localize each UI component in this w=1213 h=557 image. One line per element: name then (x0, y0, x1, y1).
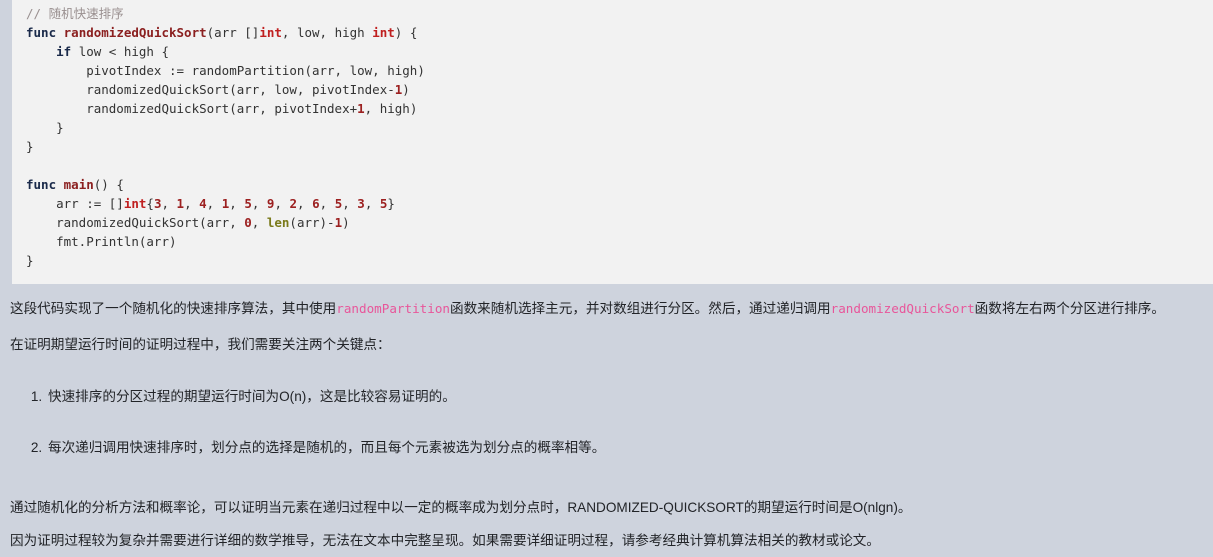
code-token-pl: } (26, 139, 34, 154)
code-line: pivotIndex := randomPartition(arr, low, … (26, 61, 1213, 80)
code-token-pl: , (342, 196, 358, 211)
code-line: fmt.Println(arr) (26, 232, 1213, 251)
code-token-kw: func (26, 25, 64, 40)
paragraph-1-segment-2: 函数来随机选择主元，并对数组进行分区。然后，通过递归调用 (449, 301, 831, 316)
code-token-num: 0 (244, 215, 252, 230)
code-line: func randomizedQuickSort(arr []int, low,… (26, 23, 1213, 42)
code-token-num: 3 (357, 196, 365, 211)
code-token-pl: , (184, 196, 200, 211)
code-token-pl: , (251, 196, 267, 211)
answer-page: // 随机快速排序 func randomizedQuickSort(arr [… (0, 0, 1213, 557)
code-token-pl: ) (402, 82, 410, 97)
code-token-num: 1 (176, 196, 185, 211)
code-token-pl: ) (342, 215, 350, 230)
code-content[interactable]: // 随机快速排序 func randomizedQuickSort(arr [… (12, 4, 1213, 270)
code-token-pl: , (364, 196, 380, 211)
code-token-pl: , high) (364, 101, 418, 116)
code-line: randomizedQuickSort(arr, low, pivotIndex… (26, 80, 1213, 99)
code-token-pl: , (319, 196, 335, 211)
code-token-kw: if (56, 44, 72, 59)
code-line: // 随机快速排序 (26, 4, 1213, 23)
code-token-pl: fmt.Println(arr) (26, 234, 177, 249)
code-token-pl: arr := [] (26, 196, 124, 211)
code-block: // 随机快速排序 func randomizedQuickSort(arr [… (12, 0, 1213, 284)
code-token-num: 5 (244, 196, 252, 211)
code-token-pl: , (229, 196, 245, 211)
code-token-pl: } (26, 253, 34, 268)
code-token-pl: } (387, 196, 395, 211)
code-token-pl: , (251, 215, 267, 230)
code-line: randomizedQuickSort(arr, pivotIndex+1, h… (26, 99, 1213, 118)
code-token-pl: , (274, 196, 290, 211)
code-token-pl: { (146, 196, 154, 211)
code-token-pl: , (206, 196, 222, 211)
code-token-cmt: // 随机快速排序 (26, 6, 124, 21)
code-line: } (26, 118, 1213, 137)
code-token-pl: randomizedQuickSort(arr, pivotIndex+ (26, 101, 358, 116)
paragraph-1-segment-3: 函数将左右两个分区进行排序。 (974, 301, 1165, 316)
code-token-num: 4 (199, 196, 207, 211)
code-token-type: int (123, 196, 147, 211)
paragraph-note: 因为证明过程较为复杂并需要进行详细的数学推导，无法在文本中完整呈现。如果需要详细… (10, 533, 880, 548)
code-token-pl: , low, high (281, 25, 373, 40)
code-token-fn: randomizedQuickSort (63, 25, 207, 40)
inline-code-random-partition: randomPartition (336, 301, 450, 316)
key-point-item: 快速排序的分区过程的期望运行时间为O(n)，这是比较容易证明的。 (46, 386, 605, 407)
code-token-num: 6 (312, 196, 320, 211)
code-token-num: 1 (357, 101, 365, 116)
paragraph-1-segment-1: 这段代码实现了一个随机化的快速排序算法，其中使用 (10, 301, 337, 316)
code-line: func main() { (26, 175, 1213, 194)
code-token-pl: () { (93, 177, 124, 192)
code-token-type: int (372, 25, 395, 40)
code-token-type: int (259, 25, 282, 40)
code-token-kw: func (26, 177, 64, 192)
code-token-pl: } (26, 120, 64, 135)
code-line: randomizedQuickSort(arr, 0, len(arr)-1) (26, 213, 1213, 232)
code-line: if low < high { (26, 42, 1213, 61)
code-token-pl: randomizedQuickSort(arr, (26, 215, 245, 230)
code-token-pl: , (161, 196, 177, 211)
paragraph-explanation: 这段代码实现了一个随机化的快速排序算法，其中使用randomPartition函… (10, 298, 1165, 319)
code-line: } (26, 251, 1213, 270)
code-line: arr := []int{3, 1, 4, 1, 5, 9, 2, 6, 5, … (26, 194, 1213, 213)
code-token-pl: low < high { (71, 44, 170, 59)
key-points-list: 快速排序的分区过程的期望运行时间为O(n)，这是比较容易证明的。每次递归调用快速… (0, 386, 605, 458)
code-token-pl: pivotIndex := randomPartition(arr, low, … (26, 63, 425, 78)
code-token-pl: ) { (394, 25, 418, 40)
paragraph-conclusion: 通过随机化的分析方法和概率论，可以证明当元素在递归过程中以一定的概率成为划分点时… (10, 500, 912, 515)
inline-code-randomized-quicksort: randomizedQuickSort (830, 301, 975, 316)
paragraph-key-points-intro: 在证明期望运行时间的证明过程中，我们需要关注两个关键点： (10, 337, 391, 352)
code-token-bi: len (266, 215, 290, 230)
code-token-pl: (arr)- (289, 215, 335, 230)
code-token-num: 2 (289, 196, 298, 211)
key-point-item: 每次递归调用快速排序时，划分点的选择是随机的，而且每个元素被选为划分点的概率相等… (46, 437, 605, 458)
code-token-pl: randomizedQuickSort(arr, low, pivotIndex… (26, 82, 395, 97)
code-line: } (26, 137, 1213, 156)
code-token-fn: main (63, 177, 94, 192)
code-token-pl: , (297, 196, 313, 211)
code-token-num: 1 (334, 215, 343, 230)
code-token-pl: (arr [] (206, 25, 260, 40)
